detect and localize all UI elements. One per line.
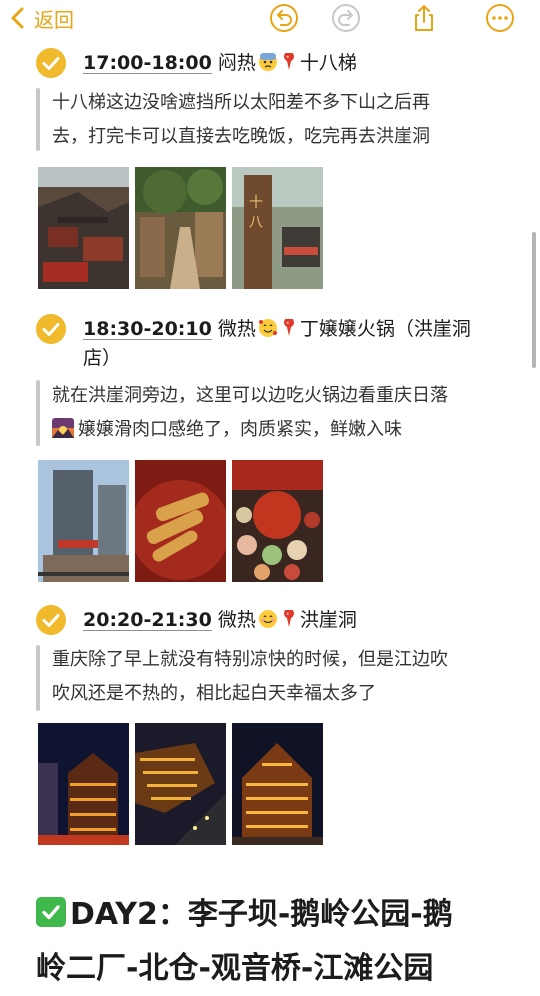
quote-bar xyxy=(36,645,40,711)
scrollbar[interactable] xyxy=(532,232,536,368)
quote-bar xyxy=(36,380,40,446)
note-line: 十八梯这边没啥遮挡所以太阳差不多下山之后再 xyxy=(52,92,430,113)
photo-thumbnail[interactable] xyxy=(38,723,129,845)
sunset-icon xyxy=(52,418,74,438)
photo-thumbnail[interactable] xyxy=(38,460,129,582)
place-label: 十八梯 xyxy=(299,52,357,74)
note-line-text: 嬢嬢滑肉口感绝了，肉质紧实，鲜嫩入味 xyxy=(78,419,402,440)
photo-thumbnail[interactable] xyxy=(135,167,226,289)
photo-thumbnail[interactable] xyxy=(232,460,323,582)
back-button[interactable]: 返回 xyxy=(8,4,74,32)
item-note: 就在洪崖洞旁边，这里可以边吃火锅边看重庆日落 嬢嬢滑肉口感绝了，肉质紧实，鲜嫩入… xyxy=(52,379,518,447)
smiling-face-icon xyxy=(258,610,277,628)
pin-icon xyxy=(283,610,294,627)
note-line: 嬢嬢滑肉口感绝了，肉质紧实，鲜嫩入味 xyxy=(52,413,518,447)
weather-label: 微热 xyxy=(217,318,256,340)
note-line: 就在洪崖洞旁边，这里可以边吃火锅边看重庆日落 xyxy=(52,385,448,406)
hearts-face-icon xyxy=(258,319,277,337)
day2-text-line2: 岭二厂-北仓-观音桥-江滩公园 xyxy=(36,951,434,986)
checkmark-icon[interactable] xyxy=(36,48,66,78)
checkmark-icon[interactable] xyxy=(36,605,66,635)
check-box-icon xyxy=(36,897,66,927)
photo-thumbnail[interactable] xyxy=(38,167,129,289)
place-label: 丁嬢嬢火锅（洪崖洞 xyxy=(299,318,471,340)
quote-bar xyxy=(36,88,40,151)
checkmark-icon[interactable] xyxy=(36,314,66,344)
undo-icon[interactable] xyxy=(269,3,299,33)
time-range: 18:30-20:10 xyxy=(83,318,212,340)
note-line: 去，打完卡可以直接去吃晚饭，吃完再去洪崖洞 xyxy=(52,126,430,147)
weather-label: 微热 xyxy=(217,609,256,631)
note-line: 吹风还是不热的，相比起白天幸福太多了 xyxy=(52,683,376,704)
day2-line: DAY2：李子坝-鹅岭公园-鹅 xyxy=(36,888,516,942)
svg-text:八: 八 xyxy=(249,215,263,231)
redo-icon[interactable] xyxy=(331,3,361,33)
item-heading: 20:20-21:30 微热 洪崖洞 xyxy=(83,606,520,635)
item-heading: 17:00-18:00 闷热 十八梯 xyxy=(83,49,520,78)
item-note: 重庆除了早上就没有特别凉快的时候，但是江边吹 吹风还是不热的，相比起白天幸福太多… xyxy=(52,643,518,711)
pin-icon xyxy=(283,319,294,336)
photo-thumbnail[interactable] xyxy=(232,723,323,845)
day2-text: DAY2：李子坝-鹅岭公园-鹅 xyxy=(70,897,453,932)
pin-icon xyxy=(283,53,294,70)
more-icon[interactable] xyxy=(485,3,515,33)
place-label: 洪崖洞 xyxy=(299,609,357,631)
top-toolbar: 返回 xyxy=(0,0,540,36)
time-range: 17:00-18:00 xyxy=(83,52,212,74)
photo-thumbnail[interactable]: 十八 xyxy=(232,167,323,289)
photo-thumbnail[interactable] xyxy=(135,723,226,845)
photo-thumbnail[interactable] xyxy=(135,460,226,582)
chevron-left-icon xyxy=(11,7,24,29)
item-note: 十八梯这边没啥遮挡所以太阳差不多下山之后再 去，打完卡可以直接去吃晚饭，吃完再去… xyxy=(52,86,518,154)
back-label: 返回 xyxy=(34,7,74,32)
place-label-cont: 店） xyxy=(83,347,122,369)
share-icon[interactable] xyxy=(409,3,439,33)
anxious-face-icon xyxy=(258,53,277,71)
note-line: 重庆除了早上就没有特别凉快的时候，但是江边吹 xyxy=(52,649,448,670)
item-heading: 18:30-20:10 微热 丁嬢嬢火锅（洪崖洞 店） xyxy=(83,315,520,373)
svg-text:十: 十 xyxy=(249,195,263,211)
time-range: 20:20-21:30 xyxy=(83,609,212,631)
weather-label: 闷热 xyxy=(217,52,256,74)
day2-heading: DAY2：李子坝-鹅岭公园-鹅 岭二厂-北仓-观音桥-江滩公园 xyxy=(36,888,516,996)
